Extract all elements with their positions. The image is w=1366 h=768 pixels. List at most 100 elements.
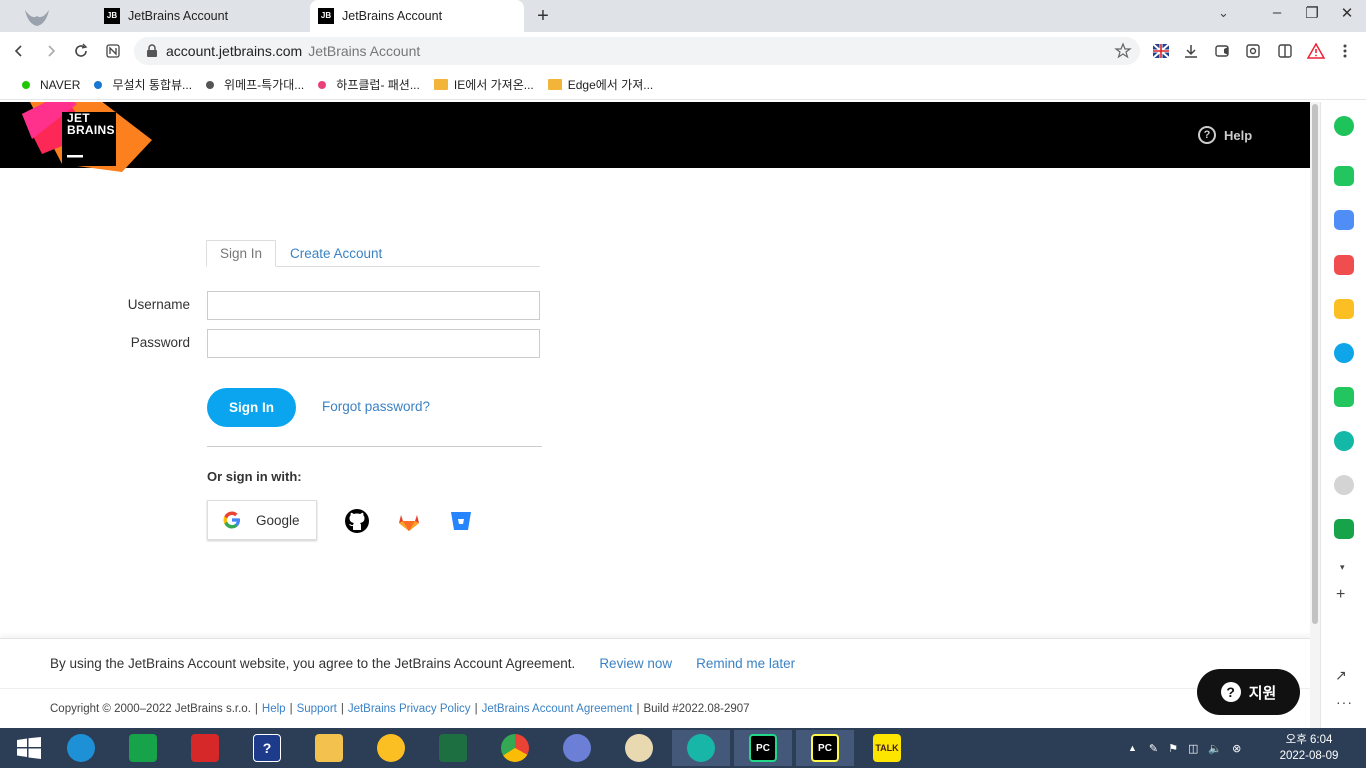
- sidebar-webtoon-icon[interactable]: [1334, 519, 1354, 539]
- tray-chevron-icon[interactable]: ▲: [1128, 743, 1137, 753]
- tray-volume-icon[interactable]: 🔈: [1208, 742, 1222, 755]
- username-input[interactable]: [207, 291, 540, 320]
- naver-dot-icon: [22, 80, 30, 89]
- taskbar-whale[interactable]: [672, 730, 730, 766]
- tray-close-circle-icon[interactable]: ⊗: [1232, 742, 1241, 755]
- profile-mascot-icon[interactable]: [22, 6, 52, 28]
- sidebar-add-icon[interactable]: +: [1336, 586, 1345, 604]
- back-arrow-icon[interactable]: [6, 38, 32, 64]
- help-link[interactable]: ? Help: [1198, 126, 1252, 144]
- minimize-icon[interactable]: –: [1262, 4, 1292, 21]
- sidebar-more-icon[interactable]: ···: [1336, 694, 1353, 710]
- taskbar-paint[interactable]: [610, 730, 668, 766]
- bookmark-label: 무설치 통합뷰...: [112, 78, 193, 92]
- taskbar-pycharm-2[interactable]: PC: [796, 730, 854, 766]
- tab-sign-in[interactable]: Sign In: [206, 240, 276, 267]
- restore-icon[interactable]: ❐: [1297, 4, 1327, 22]
- form-divider: [207, 446, 542, 447]
- s-app-icon: [563, 734, 591, 762]
- tab-title: JetBrains Account: [342, 9, 443, 23]
- page-scrollbar-thumb[interactable]: [1312, 104, 1318, 624]
- forgot-password-link[interactable]: Forgot password?: [322, 399, 430, 414]
- naver-whale-n-icon[interactable]: [100, 38, 126, 64]
- tab-search-chevron-icon[interactable]: ⌄: [1218, 5, 1229, 21]
- start-button[interactable]: [0, 730, 58, 766]
- sidebar-open-external-icon[interactable]: ↗: [1335, 667, 1347, 684]
- bitbucket-icon[interactable]: [448, 508, 474, 534]
- browser-tab-1[interactable]: JB JetBrains Account: [94, 0, 308, 32]
- taskbar-kakaotalk[interactable]: TALK: [858, 730, 916, 766]
- agreement-consent-bar: By using the JetBrains Account website, …: [0, 638, 1320, 688]
- sidebar-chat-icon[interactable]: [1334, 387, 1354, 407]
- folder-icon: [433, 79, 448, 90]
- kakao-label: TALK: [875, 743, 899, 753]
- footer-support-link[interactable]: Support: [297, 703, 337, 715]
- footer-agreement-link[interactable]: JetBrains Account Agreement: [482, 703, 633, 715]
- browser-tab-2[interactable]: JB JetBrains Account: [310, 0, 524, 32]
- chrome-icon: [501, 734, 529, 762]
- taskbar-edge[interactable]: [52, 730, 110, 766]
- sidebar-pocket-icon[interactable]: [1334, 255, 1354, 275]
- warning-icon[interactable]: [1307, 42, 1325, 60]
- bookmark-folder-ie[interactable]: IE에서 가져온...: [433, 76, 534, 93]
- support-chat-button[interactable]: ? 지원: [1197, 669, 1300, 715]
- pycharm-label: PC: [818, 742, 832, 754]
- bookmark-wemakeprice[interactable]: 위메프-특가대...: [206, 76, 304, 93]
- bookmarks-bar: NAVER 무설치 통합뷰... 위메프-특가대... 하프클럽- 패션... …: [0, 70, 1366, 100]
- bookmark-label: IE에서 가져온...: [453, 78, 534, 92]
- download-icon[interactable]: [1182, 42, 1200, 60]
- sidebar-play-icon[interactable]: [1334, 431, 1354, 451]
- taskbar-excel[interactable]: [424, 730, 482, 766]
- taskbar-help[interactable]: ?: [238, 730, 296, 766]
- clock-date: 2022-08-09: [1279, 750, 1339, 762]
- taskbar-pycharm-1[interactable]: PC: [734, 730, 792, 766]
- bookmark-dot-icon: [206, 80, 215, 89]
- google-sign-in-button[interactable]: Google: [207, 500, 317, 540]
- sidebar-edge-icon[interactable]: [1334, 343, 1354, 363]
- sidebar-notify-icon[interactable]: [1334, 166, 1354, 186]
- footer-help-link[interactable]: Help: [262, 703, 286, 715]
- taskbar-clock[interactable]: 오후 6:04 2022-08-09: [1276, 732, 1342, 764]
- screenshot-icon[interactable]: [1244, 42, 1262, 60]
- sidebar-naver-icon[interactable]: [1334, 116, 1354, 136]
- tray-flag-icon[interactable]: ⚑: [1168, 742, 1178, 755]
- sign-in-button[interactable]: Sign In: [207, 388, 296, 427]
- screen-capture-icon[interactable]: [1213, 42, 1231, 60]
- sidebar-briefcase-icon[interactable]: [1334, 210, 1354, 230]
- uk-flag-extension-icon[interactable]: [1152, 42, 1170, 60]
- taskbar-chrome[interactable]: [486, 730, 544, 766]
- sidebar-avatar-icon[interactable]: [1334, 475, 1354, 495]
- new-tab-button[interactable]: +: [532, 5, 554, 27]
- password-input[interactable]: [207, 329, 540, 358]
- sidebar-star-icon[interactable]: [1334, 299, 1354, 319]
- bookmark-dot-icon: [94, 80, 103, 89]
- bookmark-viewer[interactable]: 무설치 통합뷰...: [94, 76, 192, 93]
- bookmark-naver[interactable]: NAVER: [22, 78, 80, 92]
- footer-separator: |: [289, 702, 293, 715]
- reload-icon[interactable]: [68, 38, 94, 64]
- github-icon[interactable]: [344, 508, 370, 534]
- taskbar-timer[interactable]: [362, 730, 420, 766]
- footer-privacy-link[interactable]: JetBrains Privacy Policy: [348, 703, 471, 715]
- tray-network-icon[interactable]: ◫: [1188, 742, 1198, 755]
- taskbar-acrobat[interactable]: [176, 730, 234, 766]
- bookmark-folder-edge[interactable]: Edge에서 가져...: [547, 76, 653, 93]
- bookmark-halfclub[interactable]: 하프클럽- 패션...: [318, 76, 420, 93]
- forward-arrow-icon[interactable]: [38, 38, 64, 64]
- gitlab-icon[interactable]: [396, 508, 422, 534]
- sidebar-collapse-chevron-icon[interactable]: ▾: [1340, 562, 1345, 573]
- taskbar-explorer[interactable]: [300, 730, 358, 766]
- favorites-star-icon[interactable]: [1114, 42, 1132, 60]
- split-view-icon[interactable]: [1276, 42, 1294, 60]
- remind-later-link[interactable]: Remind me later: [696, 656, 795, 671]
- help-app-icon: ?: [253, 734, 281, 762]
- tab-create-account[interactable]: Create Account: [290, 240, 382, 267]
- review-now-link[interactable]: Review now: [599, 656, 672, 671]
- close-window-icon[interactable]: ✕: [1332, 4, 1362, 22]
- address-bar[interactable]: account.jetbrains.com JetBrains Account: [134, 37, 1140, 65]
- taskbar-store[interactable]: [114, 730, 172, 766]
- taskbar-app-s[interactable]: [548, 730, 606, 766]
- acrobat-icon: [191, 734, 219, 762]
- more-menu-icon[interactable]: [1336, 42, 1354, 60]
- tray-pen-icon[interactable]: ✎: [1149, 742, 1158, 755]
